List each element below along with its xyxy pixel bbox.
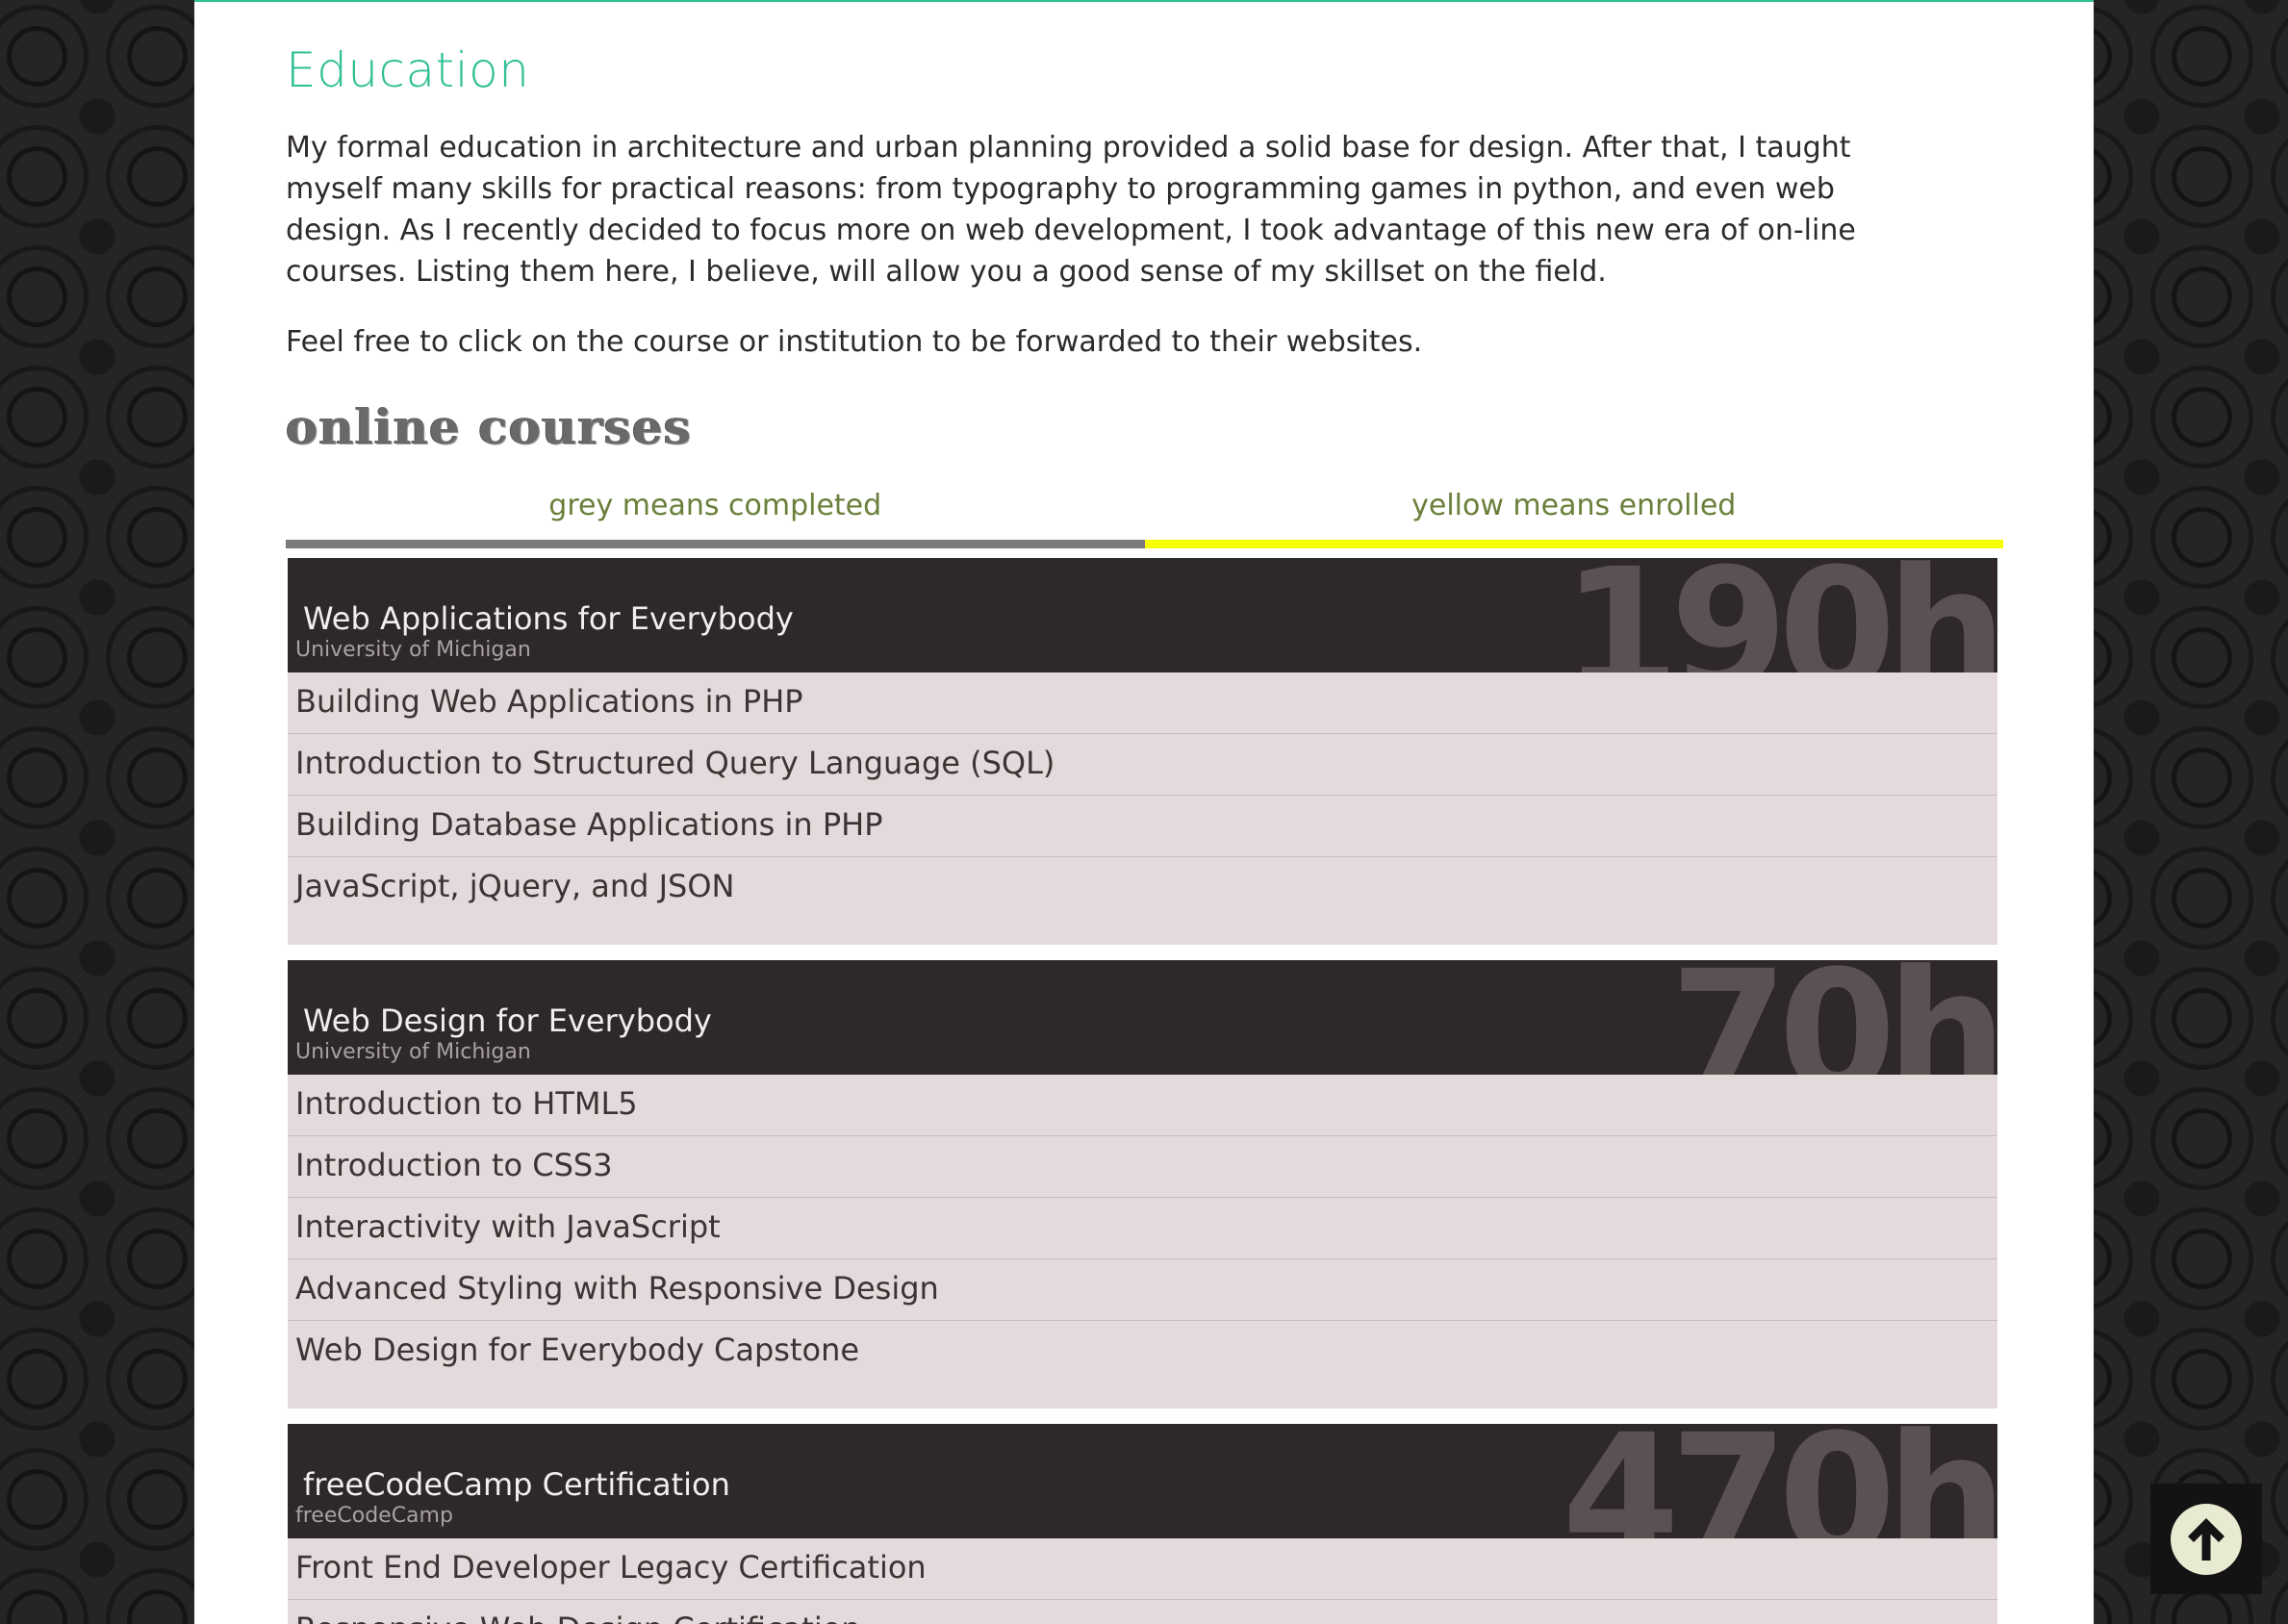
course-module-link[interactable]: Web Design for Everybody Capstone [288, 1321, 1997, 1382]
scroll-to-top-button[interactable] [2150, 1484, 2262, 1594]
status-legend: grey means completed yellow means enroll… [286, 481, 2003, 548]
course-institution-link[interactable]: freeCodeCamp [295, 1504, 453, 1528]
course-card: 470h freeCodeCamp Certification freeCode… [288, 1424, 1997, 1624]
education-intro: My formal education in architecture and … [286, 131, 1856, 289]
course-title-link[interactable]: Web Design for Everybody [303, 1002, 712, 1039]
course-module-link[interactable]: Building Database Applications in PHP [288, 796, 1997, 857]
course-module-link[interactable]: Introduction to HTML5 [288, 1075, 1997, 1136]
course-card: 70h Web Design for Everybody University … [288, 960, 1997, 1408]
course-institution-link[interactable]: University of Michigan [295, 638, 531, 662]
course-card: 190h Web Applications for Everybody Univ… [288, 558, 1997, 945]
course-header[interactable]: 190h Web Applications for Everybody Univ… [288, 558, 1997, 672]
course-title-link[interactable]: freeCodeCamp Certification [303, 1466, 730, 1503]
course-list: 190h Web Applications for Everybody Univ… [288, 558, 1997, 1624]
course-hours: 190h [1562, 558, 1997, 672]
course-module-link[interactable]: JavaScript, jQuery, and JSON [288, 857, 1997, 918]
online-courses-heading: online courses [286, 398, 692, 455]
course-header[interactable]: 70h Web Design for Everybody University … [288, 960, 1997, 1075]
course-module-link[interactable]: Building Web Applications in PHP [288, 672, 1997, 734]
course-modules: Building Web Applications in PHP Introdu… [288, 672, 1997, 945]
course-module-link[interactable]: Responsive Web Design Certification [288, 1600, 1997, 1624]
course-modules: Front End Developer Legacy Certification… [288, 1538, 1997, 1624]
course-hours: 470h [1562, 1424, 1997, 1538]
course-hours: 70h [1669, 960, 1997, 1075]
course-module-link[interactable]: Front End Developer Legacy Certification [288, 1538, 1997, 1600]
legend-enrolled: yellow means enrolled [1144, 481, 2003, 548]
course-title-link[interactable]: Web Applications for Everybody [303, 600, 794, 637]
course-institution-link[interactable]: University of Michigan [295, 1040, 531, 1064]
course-header[interactable]: 470h freeCodeCamp Certification freeCode… [288, 1424, 1997, 1538]
course-modules: Introduction to HTML5 Introduction to CS… [288, 1075, 1997, 1408]
education-note: Feel free to click on the course or inst… [286, 325, 1423, 359]
course-module-link[interactable]: Interactivity with JavaScript [288, 1198, 1997, 1259]
main-content: Education My formal education in archite… [194, 0, 2094, 1624]
course-module-link[interactable]: Advanced Styling with Responsive Design [288, 1259, 1997, 1321]
course-module-link[interactable]: Introduction to CSS3 [288, 1136, 1997, 1198]
course-module-link[interactable]: Introduction to Structured Query Languag… [288, 734, 1997, 796]
page-title: Education [286, 42, 530, 98]
legend-completed: grey means completed [286, 481, 1145, 548]
arrow-up-circle-icon [2171, 1503, 2242, 1575]
